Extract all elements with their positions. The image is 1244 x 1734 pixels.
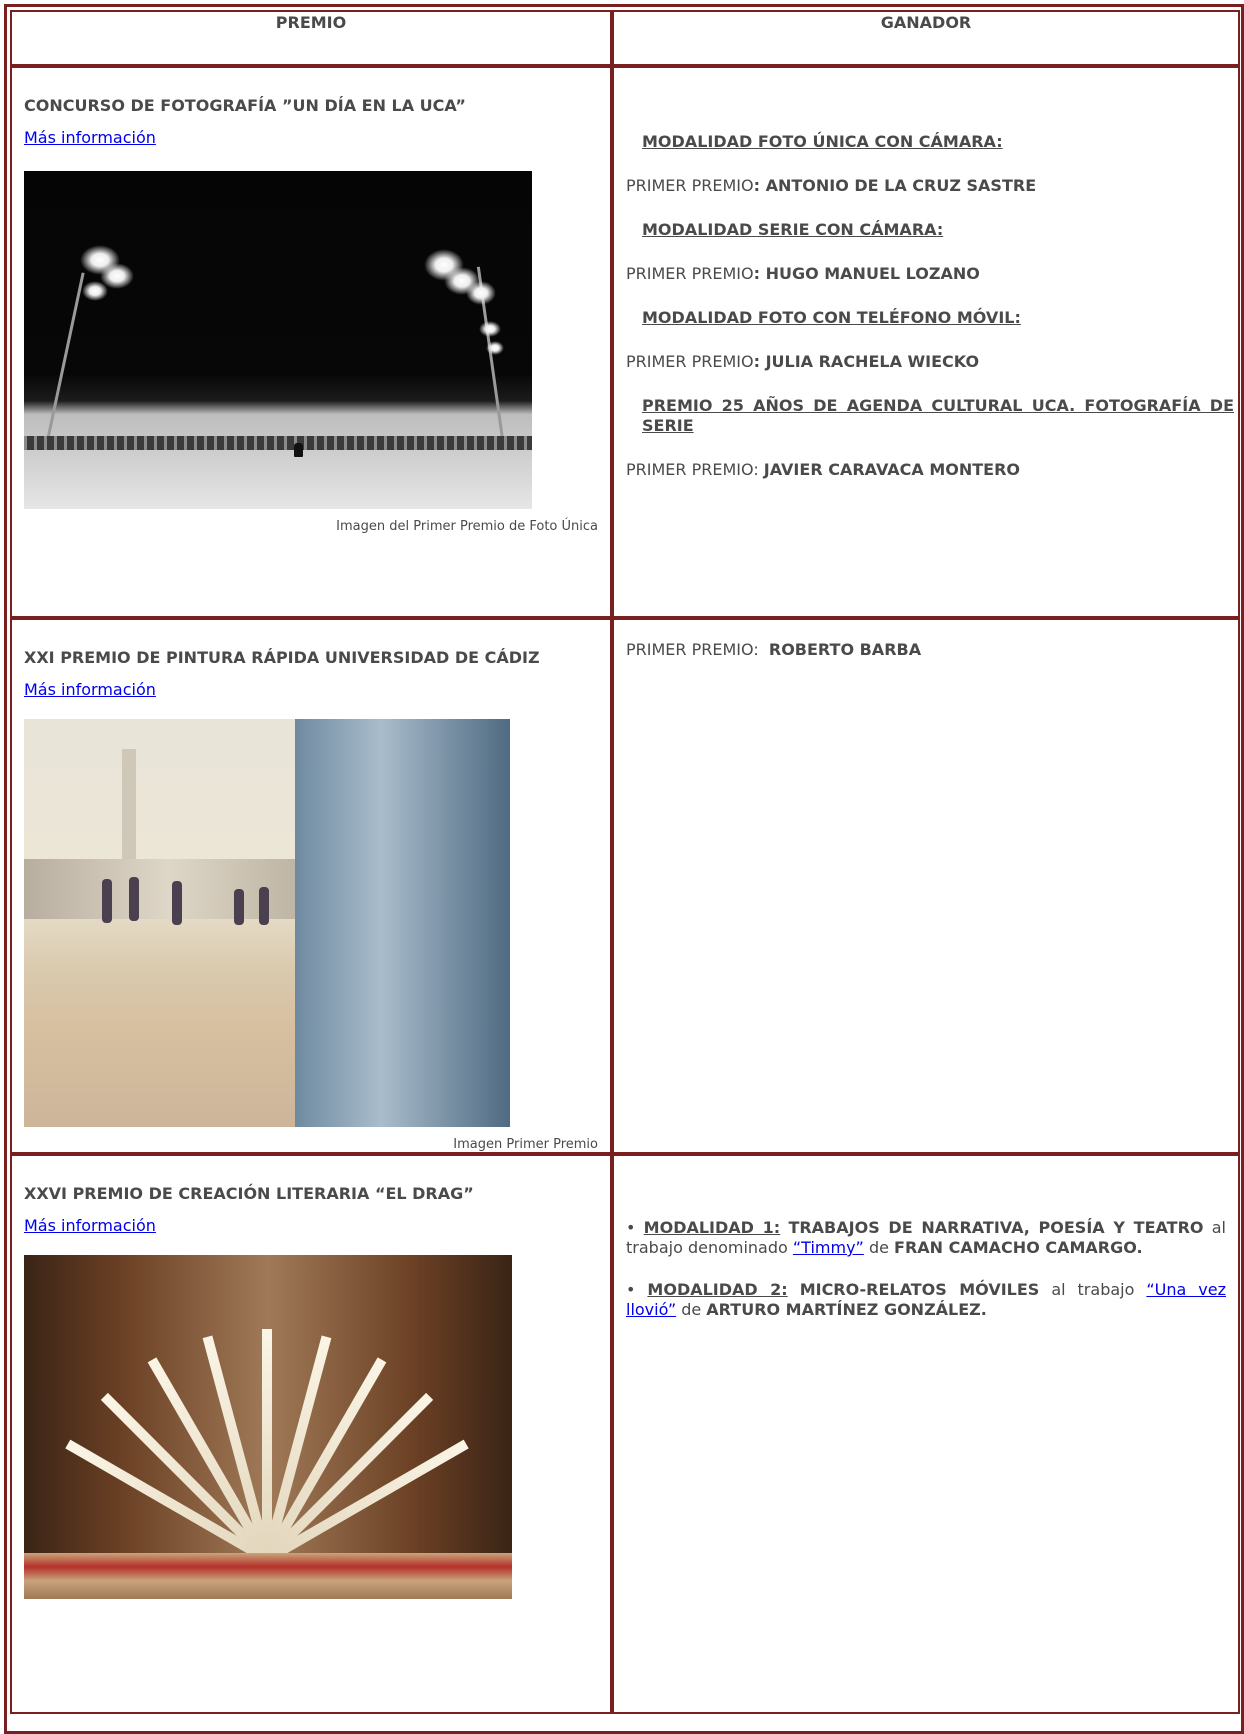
prize-line: PRIMER PREMIO: JULIA RACHELA WIECKO bbox=[626, 352, 980, 371]
modality-1-entry: • MODALIDAD 1: TRABAJOS DE NARRATIVA, PO… bbox=[626, 1218, 1226, 1257]
prize-line: PRIMER PREMIO: ROBERTO BARBA bbox=[626, 640, 922, 659]
table-row-literature: XXVI PREMIO DE CREACIÓN LITERARIA “EL DR… bbox=[10, 1154, 1240, 1714]
prize-line: PRIMER PREMIO: HUGO MANUEL LOZANO bbox=[626, 264, 980, 283]
more-info-link[interactable]: Más información bbox=[24, 680, 156, 699]
modality-title: MODALIDAD SERIE CON CÁMARA: bbox=[642, 220, 944, 239]
modality-title: PREMIO 25 AÑOS DE AGENDA CULTURAL UCA. F… bbox=[642, 396, 1234, 435]
open-book-image bbox=[24, 1255, 512, 1599]
modality-title: MODALIDAD FOTO CON TELÉFONO MÓVIL: bbox=[642, 308, 1021, 327]
image-caption: Imagen Primer Premio bbox=[453, 1137, 598, 1152]
awards-table: PREMIO GANADOR CONCURSO DE FOTOGRAFÍA ”U… bbox=[10, 10, 1240, 1714]
winning-photo-image bbox=[24, 171, 532, 509]
prize-cell-literature: XXVI PREMIO DE CREACIÓN LITERARIA “EL DR… bbox=[10, 1154, 612, 1714]
modality-2-entry: • MODALIDAD 2: MICRO-RELATOS MÓVILES al … bbox=[626, 1280, 1227, 1319]
header-premio: PREMIO bbox=[10, 10, 612, 66]
prize-title: XXVI PREMIO DE CREACIÓN LITERARIA “EL DR… bbox=[24, 1184, 474, 1203]
more-info-link[interactable]: Más información bbox=[24, 128, 156, 147]
prize-cell-painting: XXI PREMIO DE PINTURA RÁPIDA UNIVERSIDAD… bbox=[10, 618, 612, 1154]
prize-title: XXI PREMIO DE PINTURA RÁPIDA UNIVERSIDAD… bbox=[24, 648, 540, 667]
winner-cell-painting: PRIMER PREMIO: ROBERTO BARBA bbox=[612, 618, 1240, 1154]
prize-line: PRIMER PREMIO: ANTONIO DE LA CRUZ SASTRE bbox=[626, 176, 1037, 195]
winner-cell-photography: MODALIDAD FOTO ÚNICA CON CÁMARA: PRIMER … bbox=[612, 66, 1240, 618]
header-ganador: GANADOR bbox=[612, 10, 1240, 66]
modality-title: MODALIDAD FOTO ÚNICA CON CÁMARA: bbox=[642, 132, 1003, 151]
winning-painting-image bbox=[24, 719, 510, 1127]
table-row-painting: XXI PREMIO DE PINTURA RÁPIDA UNIVERSIDAD… bbox=[10, 618, 1240, 1154]
prize-cell-photography: CONCURSO DE FOTOGRAFÍA ”UN DÍA EN LA UCA… bbox=[10, 66, 612, 618]
image-caption: Imagen del Primer Premio de Foto Única bbox=[336, 519, 598, 534]
prize-line: PRIMER PREMIO: JAVIER CARAVACA MONTERO bbox=[626, 460, 1020, 479]
header-row: PREMIO GANADOR bbox=[10, 10, 1240, 66]
prize-title: CONCURSO DE FOTOGRAFÍA ”UN DÍA EN LA UCA… bbox=[24, 96, 466, 115]
more-info-link[interactable]: Más información bbox=[24, 1216, 156, 1235]
winner-cell-literature: • MODALIDAD 1: TRABAJOS DE NARRATIVA, PO… bbox=[612, 1154, 1240, 1714]
work-link-timmy[interactable]: “Timmy” bbox=[793, 1238, 864, 1257]
table-row-photography: CONCURSO DE FOTOGRAFÍA ”UN DÍA EN LA UCA… bbox=[10, 66, 1240, 618]
